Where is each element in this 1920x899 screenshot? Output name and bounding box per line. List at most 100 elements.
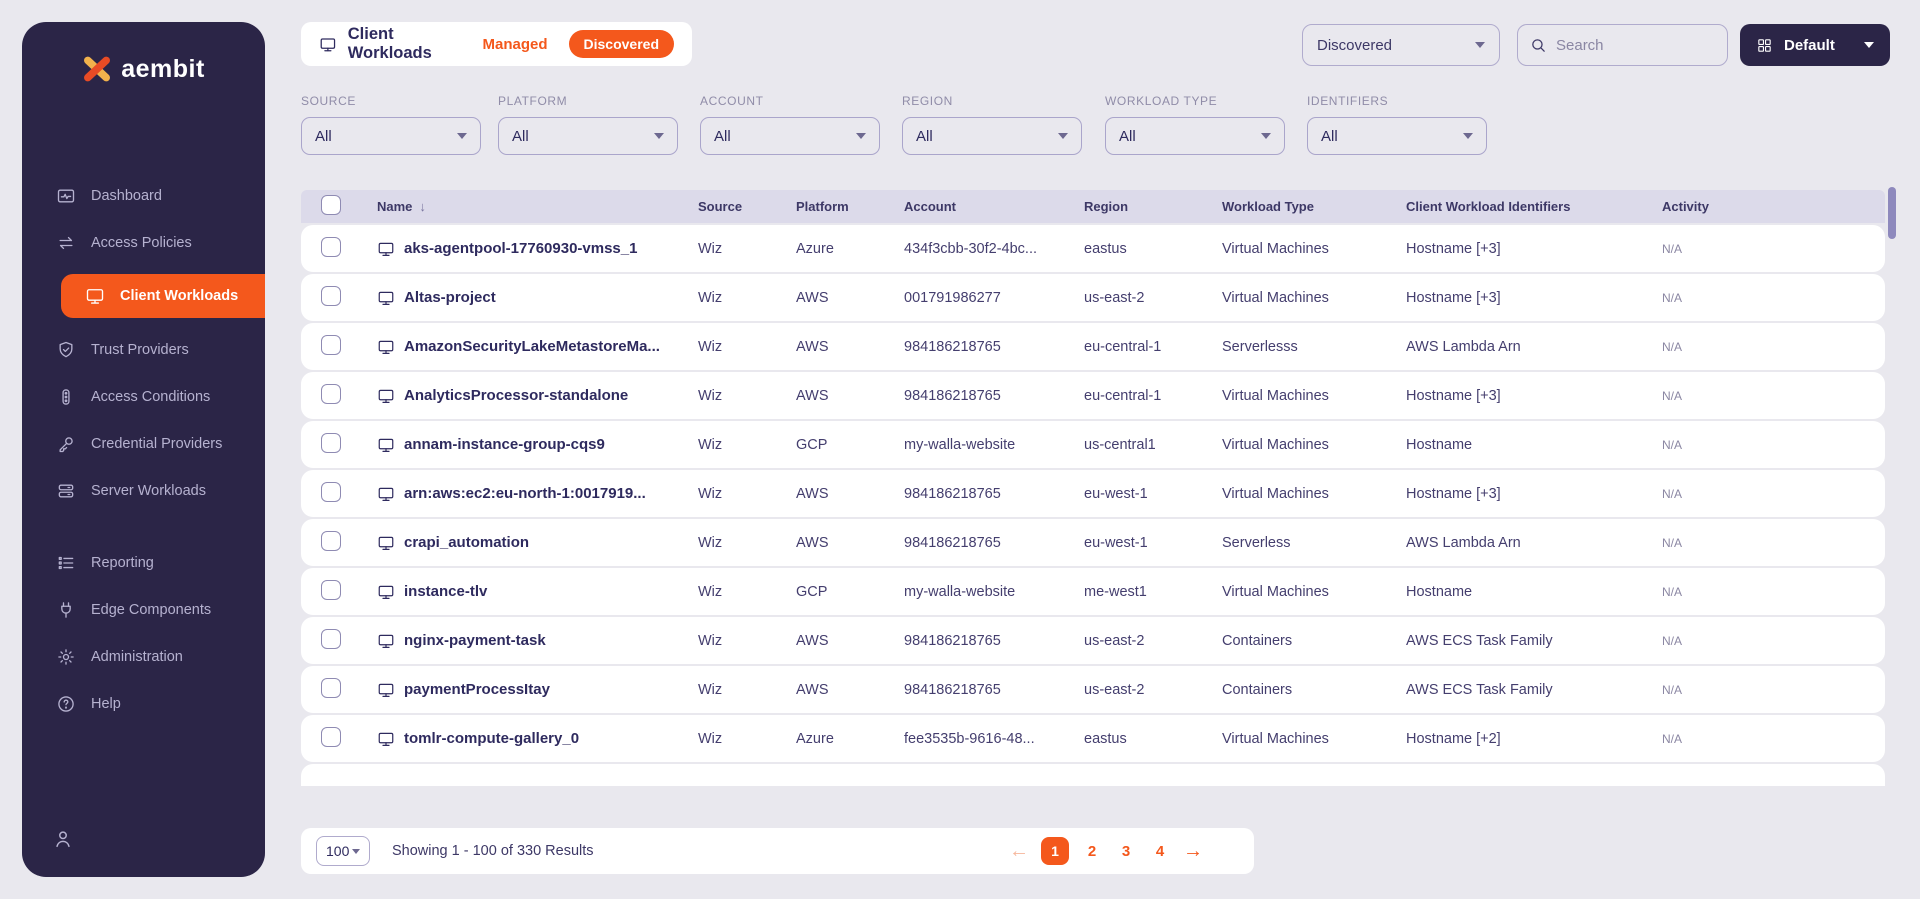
page-title: Client Workloads	[347, 25, 432, 62]
column-header-region[interactable]: Region	[1068, 199, 1206, 214]
table-row-partial	[301, 764, 1885, 786]
table-row[interactable]: aks-agentpool-17760930-vmss_1 Wiz Azure …	[301, 225, 1885, 272]
monitor-icon	[378, 634, 394, 648]
activity-cell: N/A	[1662, 290, 1683, 305]
sidebar-item-server-workloads[interactable]: Server Workloads	[22, 467, 265, 514]
region-cell: eu-west-1	[1084, 485, 1148, 502]
arrow-right-icon[interactable]: →	[1183, 841, 1203, 861]
workload-name-cell[interactable]: aks-agentpool-17760930-vmss_1	[361, 240, 682, 258]
sidebar-item-access-policies[interactable]: Access Policies	[22, 219, 265, 266]
row-checkbox[interactable]	[321, 432, 341, 453]
table-row[interactable]: arn:aws:ec2:eu-north-1:0017919... Wiz AW…	[301, 470, 1885, 517]
filter-source-select[interactable]: All	[301, 117, 481, 155]
row-checkbox[interactable]	[321, 236, 341, 257]
platform-cell: AWS	[796, 338, 829, 355]
workload-name-cell[interactable]: annam-instance-group-cqs9	[361, 436, 682, 454]
table-row[interactable]: AmazonSecurityLakeMetastoreMa... Wiz AWS…	[301, 323, 1885, 370]
filter-account-select[interactable]: All	[700, 117, 880, 155]
sidebar-item-help[interactable]: Help	[22, 680, 265, 727]
activity-cell: N/A	[1662, 486, 1683, 501]
table-row[interactable]: Altas-project Wiz AWS 001791986277 us-ea…	[301, 274, 1885, 321]
table-row[interactable]: AnalyticsProcessor-standalone Wiz AWS 98…	[301, 372, 1885, 419]
workload-type-cell: Virtual Machines	[1222, 583, 1329, 600]
workload-name-cell[interactable]: Altas-project	[361, 289, 682, 307]
workload-type-cell: Serverless	[1222, 534, 1291, 551]
column-header-workload-type[interactable]: Workload Type	[1206, 199, 1390, 214]
workload-name-cell[interactable]: AmazonSecurityLakeMetastoreMa...	[361, 338, 682, 356]
workload-type-cell: Serverlesss	[1222, 338, 1298, 355]
column-header-identifiers[interactable]: Client Workload Identifiers	[1390, 199, 1646, 214]
sidebar-item-edge-components[interactable]: Edge Components	[22, 586, 265, 633]
sidebar-item-credential-providers[interactable]: Credential Providers	[22, 420, 265, 467]
filter-label: SOURCE	[301, 94, 356, 108]
column-header-source[interactable]: Source	[682, 199, 780, 214]
sort-desc-icon: ↓	[419, 199, 426, 214]
help-icon	[58, 695, 74, 712]
filter-source: SOURCE All	[301, 94, 481, 155]
workload-name-cell[interactable]: instance-tlv	[361, 583, 682, 601]
sidebar-item-trust-providers[interactable]: Trust Providers	[22, 326, 265, 373]
monitor-icon	[378, 536, 394, 550]
page-button-4[interactable]: 4	[1149, 843, 1171, 860]
table-row[interactable]: nginx-payment-task Wiz AWS 984186218765 …	[301, 617, 1885, 664]
row-checkbox[interactable]	[321, 481, 341, 502]
account-cell: my-walla-website	[904, 436, 1016, 453]
row-checkbox[interactable]	[321, 334, 341, 355]
user-menu[interactable]	[52, 828, 74, 855]
sidebar-item-access-conditions[interactable]: Access Conditions	[22, 373, 265, 420]
page-button-2[interactable]: 2	[1081, 843, 1103, 860]
filter-workload-type-select[interactable]: All	[1105, 117, 1285, 155]
sidebar-item-reporting[interactable]: Reporting	[22, 539, 265, 586]
row-checkbox[interactable]	[321, 579, 341, 600]
tab-managed[interactable]: Managed	[483, 36, 548, 53]
workload-name-cell[interactable]: paymentProcessItay	[361, 681, 682, 699]
workload-name-cell[interactable]: crapi_automation	[361, 534, 682, 552]
column-header-account[interactable]: Account	[888, 199, 1068, 214]
identifiers-cell: Hostname [+3]	[1406, 387, 1501, 404]
search-input[interactable]	[1556, 36, 1686, 54]
filter-region-select[interactable]: All	[902, 117, 1082, 155]
table-row[interactable]: tomlr-compute-gallery_0 Wiz Azure fee353…	[301, 715, 1885, 762]
sidebar-item-dashboard[interactable]: Dashboard	[22, 172, 265, 219]
table-row[interactable]: instance-tlv Wiz GCP my-walla-website me…	[301, 568, 1885, 615]
account-cell: fee3535b-9616-48...	[904, 730, 1035, 747]
workload-name-cell[interactable]: nginx-payment-task	[361, 632, 682, 650]
filter-identifiers-select[interactable]: All	[1307, 117, 1487, 155]
page-button-3[interactable]: 3	[1115, 843, 1137, 860]
source-cell: Wiz	[698, 730, 723, 747]
page-size-select[interactable]: 100	[316, 836, 370, 866]
sidebar-item-administration[interactable]: Administration	[22, 633, 265, 680]
row-checkbox[interactable]	[321, 285, 341, 306]
dashboard-icon	[57, 189, 75, 202]
select-all-checkbox[interactable]	[321, 195, 341, 215]
arrow-left-icon[interactable]: ←	[1009, 841, 1029, 861]
row-checkbox[interactable]	[321, 726, 341, 747]
workload-name-cell[interactable]: tomlr-compute-gallery_0	[361, 730, 682, 748]
sidebar: aembit Dashboard Access Policies Client …	[22, 22, 265, 877]
row-checkbox[interactable]	[321, 677, 341, 698]
workload-name-cell[interactable]: AnalyticsProcessor-standalone	[361, 387, 682, 405]
view-select[interactable]: Discovered	[1302, 24, 1500, 66]
caret-down-icon	[1463, 133, 1473, 139]
column-header-platform[interactable]: Platform	[780, 199, 888, 214]
table-row[interactable]: annam-instance-group-cqs9 Wiz GCP my-wal…	[301, 421, 1885, 468]
column-header-name[interactable]: Name ↓	[361, 199, 682, 214]
vertical-scrollbar[interactable]	[1888, 187, 1896, 239]
sidebar-item-client-workloads[interactable]: Client Workloads	[61, 274, 265, 318]
tab-discovered[interactable]: Discovered	[568, 30, 674, 58]
page-button-1[interactable]: 1	[1041, 837, 1069, 865]
workload-name-cell[interactable]: arn:aws:ec2:eu-north-1:0017919...	[361, 485, 682, 503]
column-header-activity[interactable]: Activity	[1646, 199, 1885, 214]
table-row[interactable]: paymentProcessItay Wiz AWS 984186218765 …	[301, 666, 1885, 713]
account-cell: 984186218765	[904, 534, 1001, 551]
table-row[interactable]: crapi_automation Wiz AWS 984186218765 eu…	[301, 519, 1885, 566]
account-cell: 984186218765	[904, 485, 1001, 502]
account-cell: 984186218765	[904, 387, 1001, 404]
filter-platform-select[interactable]: All	[498, 117, 678, 155]
identifiers-cell: Hostname	[1406, 583, 1473, 600]
activity-cell: N/A	[1662, 339, 1683, 354]
layout-default-button[interactable]: Default	[1740, 24, 1890, 66]
row-checkbox[interactable]	[321, 530, 341, 551]
row-checkbox[interactable]	[321, 628, 341, 649]
row-checkbox[interactable]	[321, 383, 341, 404]
